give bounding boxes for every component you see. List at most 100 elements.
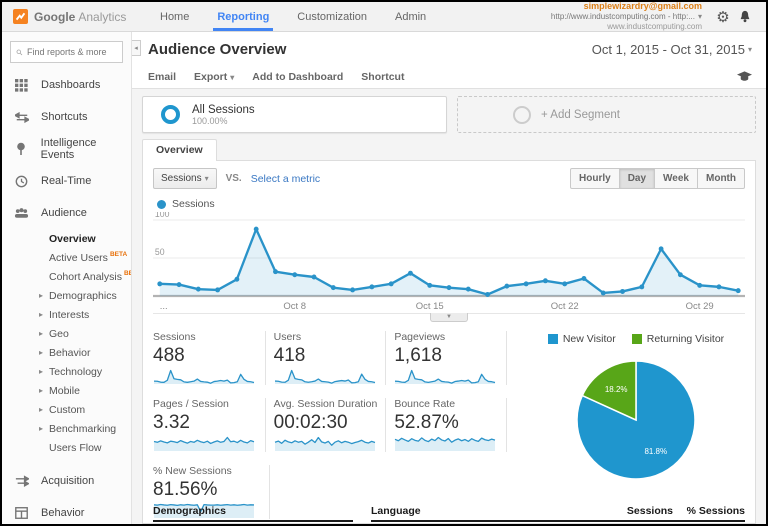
gear-icon: ⚙ [716, 8, 730, 26]
chart-legend: Sessions [153, 198, 745, 210]
pages-per-session-sparkline [153, 436, 255, 451]
notifications-button[interactable] [734, 9, 756, 24]
chevron-down-icon: ▾ [204, 174, 209, 183]
app-window: Google Analytics Home Reporting Customiz… [0, 0, 768, 526]
date-range-selector[interactable]: Oct 1, 2015 - Oct 31, 2015 ▾ [592, 42, 752, 57]
nav-reporting[interactable]: Reporting [203, 2, 283, 31]
top-bar: Google Analytics Home Reporting Customiz… [2, 2, 766, 32]
returning-visitor-swatch [631, 334, 642, 344]
users-sparkline [274, 369, 375, 384]
expand-arrow-icon: ▸ [39, 310, 44, 319]
subnav-geo[interactable]: ▸ Geo [39, 324, 131, 343]
vs-label: VS. [225, 173, 242, 184]
education-button[interactable] [737, 68, 752, 86]
google-analytics-logo[interactable]: Google Analytics [2, 2, 134, 31]
chart-x-labels: ... Oct 8 Oct 15 Oct 22 Oct 29 [153, 300, 745, 313]
sidebar-item-audience[interactable]: Audience [2, 197, 131, 229]
add-to-dashboard-button[interactable]: Add to Dashboard [252, 71, 343, 83]
sessions-column-header[interactable]: Sessions [615, 505, 673, 517]
audience-subnav: Overview Active Users BETA Cohort Analysi… [2, 229, 131, 457]
add-segment-button[interactable]: + Add Segment [457, 96, 756, 133]
sidebar-item-label: Behavior [41, 507, 85, 519]
sidebar-item-shortcuts[interactable]: Shortcuts [2, 101, 131, 133]
sidebar-search[interactable] [10, 41, 123, 63]
sidebar: Dashboards Shortcuts Intelligence Events… [2, 32, 132, 524]
shortcuts-icon [14, 111, 29, 123]
export-button[interactable]: Export ▾ [194, 71, 234, 83]
subnav-custom[interactable]: ▸ Custom [39, 400, 131, 419]
expand-arrow-icon: ▸ [39, 405, 44, 414]
subnav-users-flow[interactable]: Users Flow [49, 438, 131, 457]
language-header: Language [371, 505, 421, 517]
annotations-pull-tab[interactable]: ▼ [430, 313, 468, 322]
svg-text:100: 100 [155, 212, 170, 219]
all-sessions-segment[interactable]: All Sessions 100.00% [142, 96, 447, 133]
sidebar-item-real-time[interactable]: Real-Time [2, 165, 131, 197]
subnav-benchmarking[interactable]: ▸ Benchmarking [39, 419, 131, 438]
acquisition-icon [14, 475, 29, 487]
visitor-type-section: New Visitor Returning Visitor 81.8% 18.2% [515, 331, 745, 523]
select-a-metric-link[interactable]: Select a metric [251, 173, 320, 185]
scorecard-avg-session-duration: Avg. Session Duration 00:02:30 [274, 398, 387, 452]
scorecards: Sessions 488 Users 418 Pageviews 1,618 P… [153, 331, 515, 523]
graduation-cap-icon [737, 71, 752, 81]
overview-panel: Sessions ▾ VS. Select a metric Hourly Day… [142, 160, 756, 524]
nav-home[interactable]: Home [146, 2, 203, 31]
email-button[interactable]: Email [148, 71, 176, 83]
visitor-pie-chart: 81.8% 18.2% [576, 360, 696, 480]
subnav-active-users[interactable]: Active Users BETA [49, 248, 131, 267]
nav-customization[interactable]: Customization [283, 2, 381, 31]
subnav-interests[interactable]: ▸ Interests [39, 305, 131, 324]
sidebar-item-label: Acquisition [41, 475, 95, 487]
search-icon [16, 49, 23, 55]
granularity-day[interactable]: Day [619, 168, 656, 189]
sessions-legend-label: Sessions [172, 198, 215, 210]
demographics-header: Demographics [153, 505, 353, 522]
granularity-hourly[interactable]: Hourly [570, 168, 620, 189]
pct-sessions-column-header[interactable]: % Sessions [673, 505, 745, 517]
subnav-technology[interactable]: ▸ Technology [39, 362, 131, 381]
pageviews-sparkline [395, 369, 496, 384]
intelligence-icon [14, 142, 29, 156]
settings-button[interactable]: ⚙ [712, 8, 734, 26]
chart-divider: ▼ [153, 313, 745, 323]
sidebar-item-intelligence-events[interactable]: Intelligence Events [2, 133, 131, 165]
expand-arrow-icon: ▸ [39, 367, 44, 376]
chevron-down-icon[interactable]: ▾ [698, 12, 702, 21]
x-tick-label: Oct 29 [685, 301, 714, 312]
sessions-sparkline [153, 369, 255, 384]
subnav-mobile[interactable]: ▸ Mobile [39, 381, 131, 400]
subnav-overview[interactable]: Overview [49, 229, 131, 248]
report-action-bar: Email Export ▾ Add to Dashboard Shortcut [132, 66, 766, 89]
x-tick-label: Oct 22 [550, 301, 579, 312]
search-input[interactable] [27, 47, 117, 57]
nav-admin[interactable]: Admin [381, 2, 440, 31]
granularity-week[interactable]: Week [655, 168, 698, 189]
shortcut-button[interactable]: Shortcut [361, 71, 404, 83]
sidebar-item-dashboards[interactable]: Dashboards [2, 69, 131, 101]
beta-badge: BETA [123, 270, 131, 277]
sidebar-item-behavior[interactable]: Behavior [2, 497, 131, 524]
x-tick-label: Oct 15 [415, 301, 444, 312]
account-switcher[interactable]: simplewizardry@gmail.com http://www.indu… [551, 2, 702, 32]
expand-arrow-icon: ▸ [39, 386, 44, 395]
sidebar-collapse-button[interactable]: ◂ [132, 40, 141, 56]
brand-analytics: Analytics [78, 9, 127, 24]
legend-new-visitor: New Visitor [547, 333, 616, 345]
subnav-behavior[interactable]: ▸ Behavior [39, 343, 131, 362]
legend-returning-visitor: Returning Visitor [631, 333, 724, 345]
svg-text:18.2%: 18.2% [605, 385, 628, 394]
dashboards-icon [14, 78, 29, 92]
bounce-rate-sparkline [395, 436, 496, 451]
subnav-demographics[interactable]: ▸ Demographics [39, 286, 131, 305]
expand-arrow-icon: ▸ [39, 329, 44, 338]
tab-row: Overview [142, 139, 756, 161]
metric-dropdown[interactable]: Sessions ▾ [153, 168, 217, 189]
svg-text:81.8%: 81.8% [644, 447, 667, 456]
tab-overview[interactable]: Overview [142, 139, 217, 161]
sidebar-item-acquisition[interactable]: Acquisition [2, 465, 131, 497]
subnav-cohort-analysis[interactable]: Cohort AnalysisBETA [49, 267, 131, 286]
x-tick-label: ... [159, 301, 168, 312]
segment-percent: 100.00% [192, 115, 228, 126]
granularity-month[interactable]: Month [698, 168, 745, 189]
